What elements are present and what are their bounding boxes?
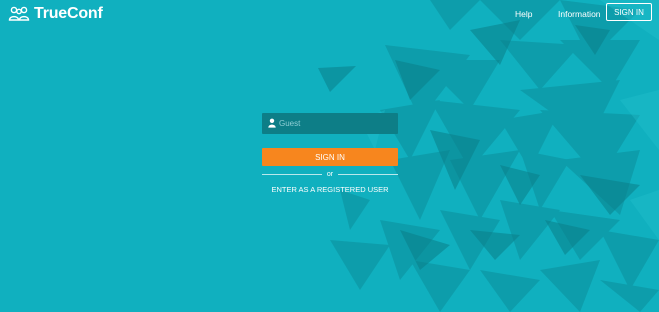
username-input[interactable] bbox=[279, 113, 394, 134]
brand-name: TrueConf bbox=[34, 5, 103, 22]
registered-user-link[interactable]: ENTER AS A REGISTERED USER bbox=[262, 185, 398, 194]
user-icon bbox=[268, 118, 276, 128]
or-divider: or bbox=[262, 171, 399, 178]
sign-in-button[interactable]: SIGN IN bbox=[262, 148, 398, 166]
top-bar: TrueConf Help Information SIGN IN bbox=[0, 0, 659, 30]
brand-logo[interactable]: TrueConf bbox=[8, 5, 103, 23]
or-text: or bbox=[326, 171, 334, 178]
nav-information-link[interactable]: Information bbox=[558, 9, 601, 19]
divider-line-left bbox=[262, 174, 322, 175]
divider-line-right bbox=[338, 174, 399, 175]
login-form: SIGN IN or ENTER AS A REGISTERED USER bbox=[262, 113, 399, 194]
trueconf-people-logo-icon bbox=[8, 6, 30, 21]
header-sign-in-button[interactable]: SIGN IN bbox=[606, 3, 652, 21]
username-field bbox=[262, 113, 398, 134]
nav-help-link[interactable]: Help bbox=[515, 9, 532, 19]
